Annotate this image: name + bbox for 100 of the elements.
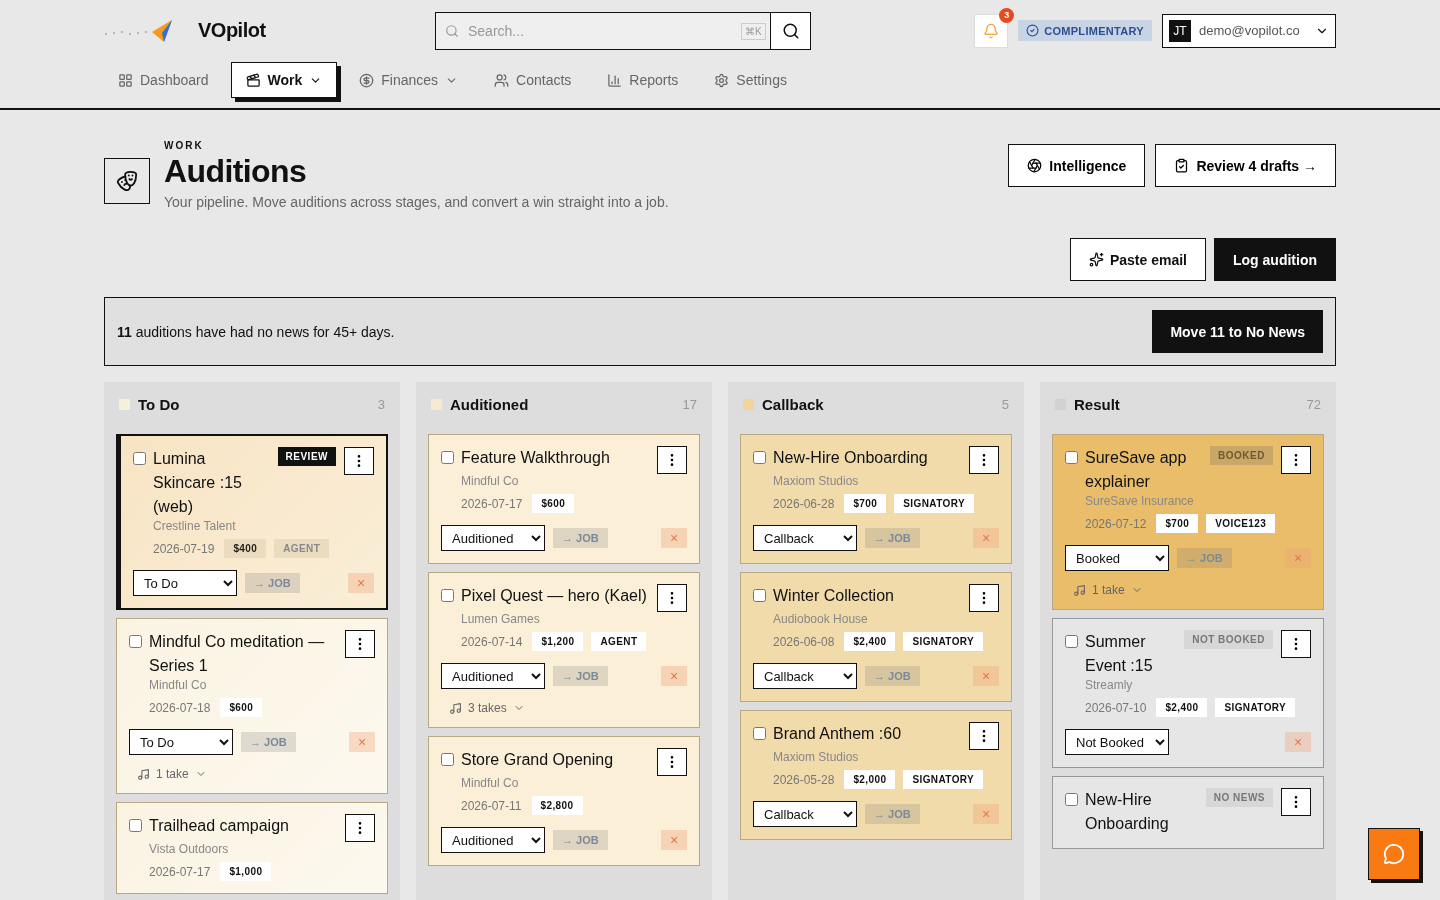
client-name: SureSave Insurance — [1085, 494, 1194, 508]
music-note-icon — [449, 701, 462, 715]
more-button[interactable] — [969, 584, 999, 612]
card-title: Winter Collection — [773, 586, 895, 606]
header-button[interactable]: Intelligence — [1008, 144, 1146, 187]
account-menu[interactable]: JT demo@vopilot.co — [1162, 13, 1336, 48]
aperture-icon — [1027, 158, 1043, 173]
nav-tab[interactable]: Reports — [593, 62, 693, 98]
card-title: Lumina Skincare :15 (web) — [153, 449, 243, 517]
check-circle-icon — [1026, 24, 1040, 37]
card-checkbox[interactable] — [1065, 451, 1078, 464]
convert-job-button[interactable]: → JOB — [241, 732, 296, 752]
stage-select[interactable]: Auditioned — [441, 827, 545, 853]
stage-select[interactable]: Callback — [753, 663, 857, 689]
stage-select[interactable]: Not Booked — [1065, 729, 1169, 755]
fee-tag: $2,800 — [531, 796, 583, 815]
tag-chip: SIGNATORY — [903, 632, 984, 651]
music-note-icon — [1073, 583, 1086, 597]
notifications-button[interactable] — [974, 13, 1009, 48]
column-count: 3 — [377, 396, 385, 412]
more-button[interactable] — [657, 446, 687, 474]
card-checkbox[interactable] — [753, 727, 766, 740]
more-button[interactable] — [1281, 446, 1311, 474]
stage-select[interactable]: Auditioned — [441, 525, 545, 551]
card-checkbox[interactable] — [441, 753, 454, 766]
convert-job-button[interactable]: → JOB — [245, 573, 300, 593]
account-email: demo@vopilot.co — [1199, 23, 1301, 38]
search-icon — [781, 21, 800, 40]
more-button[interactable] — [969, 722, 999, 750]
card-checkbox[interactable] — [1065, 635, 1078, 648]
nav-tab[interactable]: Settings — [700, 62, 801, 98]
nav-tab[interactable]: Finances — [345, 62, 473, 98]
client-name: Audiobook House — [773, 612, 868, 626]
takes-toggle[interactable]: 1 take — [137, 767, 207, 781]
client-name: Crestline Talent — [153, 519, 236, 533]
audition-date: 2026-07-11 — [461, 798, 522, 813]
move-button[interactable]: Move 11 to No News — [1152, 310, 1323, 353]
more-button[interactable] — [344, 447, 374, 475]
card-title: SureSave app explainer — [1085, 448, 1188, 492]
chat-button[interactable] — [1368, 828, 1420, 880]
search-button[interactable] — [771, 11, 811, 50]
more-button[interactable] — [345, 630, 375, 658]
client-name: Maxiom Studios — [773, 750, 859, 764]
takes-toggle[interactable]: 1 take — [1073, 583, 1143, 597]
nav-tab[interactable]: Contacts — [480, 62, 586, 98]
clapperboard-icon — [245, 72, 261, 88]
fee-tag: $600 — [532, 494, 575, 513]
card-checkbox[interactable] — [441, 589, 454, 602]
more-button[interactable] — [657, 584, 687, 612]
settings-icon — [714, 72, 730, 88]
status-badge: REVIEW — [277, 447, 336, 466]
audition-date: 2026-07-18 — [149, 700, 211, 715]
more-button[interactable] — [1281, 788, 1311, 816]
card-checkbox[interactable] — [441, 451, 454, 464]
dollar-icon — [359, 72, 375, 88]
client-name: Lumen Games — [461, 612, 540, 626]
stage-select[interactable]: To Do — [133, 570, 237, 596]
stage-select[interactable]: To Do — [129, 729, 233, 755]
more-button[interactable] — [657, 748, 687, 776]
clipboard-icon — [1174, 158, 1190, 173]
bell-icon — [983, 22, 1000, 39]
more-button[interactable] — [345, 814, 375, 842]
tag-chip: VOICE123 — [1206, 514, 1276, 533]
stage-select[interactable]: Callback — [753, 525, 857, 551]
convert-job-button[interactable]: → JOB — [553, 830, 608, 850]
paste-email-button[interactable]: Paste email — [1069, 238, 1206, 281]
card-checkbox[interactable] — [1065, 793, 1078, 806]
music-note-icon — [137, 767, 150, 781]
convert-job-button[interactable]: → JOB — [553, 666, 608, 686]
grid-icon — [118, 72, 133, 88]
client-name: Vista Outdoors — [149, 842, 229, 856]
client-name: Mindful Co — [461, 474, 519, 488]
bar-chart-icon — [607, 72, 623, 88]
card-checkbox[interactable] — [753, 589, 766, 602]
search-icon — [445, 23, 459, 38]
stage-select[interactable]: Auditioned — [441, 663, 545, 689]
stage-select[interactable]: Booked — [1065, 545, 1169, 571]
nav-tab[interactable]: Dashboard — [104, 62, 223, 98]
brand-name: VOpilot — [198, 19, 266, 42]
stage-select[interactable]: Callback — [753, 801, 857, 827]
fee-tag: $2,400 — [844, 632, 896, 651]
card-checkbox[interactable] — [129, 819, 142, 832]
card-title: Brand Anthem :60 — [773, 724, 903, 744]
card-checkbox[interactable] — [753, 451, 766, 464]
convert-job-button[interactable]: → JOB — [553, 528, 608, 548]
audition-date: 2026-07-12 — [1085, 516, 1147, 531]
column-count: 17 — [682, 396, 697, 412]
fee-tag: $2,400 — [1156, 698, 1208, 717]
section-eyebrow: WORK — [164, 140, 204, 151]
more-button[interactable] — [1281, 630, 1311, 658]
plan-badge: COMPLIMENTARY — [1018, 20, 1152, 41]
log-audition-button[interactable]: Log audition — [1214, 238, 1336, 281]
audition-date: 2026-05-28 — [773, 772, 835, 787]
takes-toggle[interactable]: 3 takes — [449, 701, 525, 715]
audition-date: 2026-07-17 — [149, 864, 211, 879]
logo-icon — [104, 17, 174, 44]
header-button[interactable]: Review 4 drafts → — [1155, 144, 1336, 187]
card-checkbox[interactable] — [129, 635, 142, 648]
card-checkbox[interactable] — [133, 452, 146, 465]
more-button[interactable] — [969, 446, 999, 474]
